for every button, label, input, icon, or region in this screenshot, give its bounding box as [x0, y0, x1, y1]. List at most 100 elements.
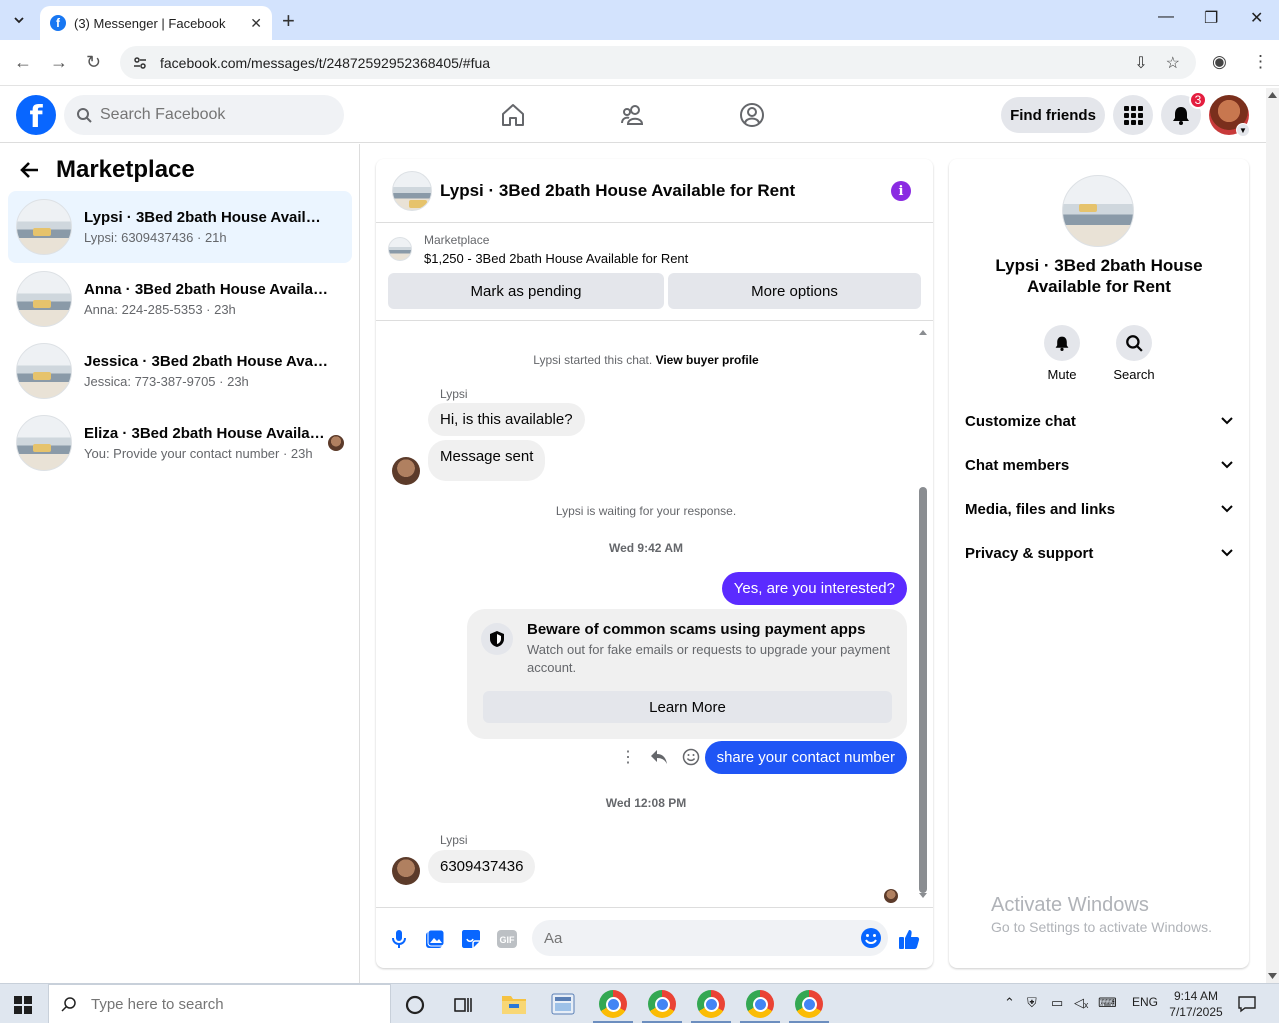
install-app-icon[interactable]: ⇩	[1134, 53, 1147, 73]
conversation-item[interactable]: Anna · 3Bed 2bath House Available for Re…	[8, 263, 352, 335]
tab-search-button[interactable]	[6, 7, 32, 33]
file-explorer-icon[interactable]	[501, 992, 527, 1016]
info-icon[interactable]: i	[891, 181, 911, 201]
chrome-icon[interactable]	[746, 990, 774, 1018]
close-tab-icon[interactable]: ✕	[250, 15, 262, 32]
outgoing-message[interactable]: share your contact number	[704, 741, 907, 774]
close-window-button[interactable]: ✕	[1250, 8, 1263, 28]
info-avatar[interactable]	[1062, 175, 1134, 247]
taskbar-search[interactable]	[48, 984, 391, 1023]
outgoing-message[interactable]: Yes, are you interested?	[721, 572, 907, 605]
site-settings-icon[interactable]	[132, 55, 148, 71]
shield-icon	[481, 623, 513, 655]
mute-action[interactable]: Mute	[1032, 325, 1092, 382]
message-composer: GIF	[376, 907, 933, 968]
minimize-button[interactable]: —	[1158, 8, 1174, 26]
back-button[interactable]: ←	[14, 52, 32, 73]
timestamp: Wed 9:42 AM	[608, 541, 683, 555]
message-list[interactable]: Lypsi started this chat. View buyer prof…	[376, 323, 933, 907]
photo-icon[interactable]	[424, 928, 446, 950]
sender-avatar[interactable]	[392, 857, 420, 885]
mark-as-pending-button[interactable]: Mark as pending	[388, 273, 664, 309]
home-nav-icon[interactable]	[496, 99, 530, 131]
sender-avatar[interactable]	[392, 457, 420, 485]
privacy-support-section[interactable]: Privacy & support	[957, 531, 1241, 575]
windows-start-icon[interactable]	[14, 996, 32, 1014]
chat-members-section[interactable]: Chat members	[957, 443, 1241, 487]
chrome-icon[interactable]	[697, 990, 725, 1018]
listing-title[interactable]: $1,250 - 3Bed 2bath House Available for …	[424, 251, 688, 266]
chrome-icon[interactable]	[795, 990, 823, 1018]
view-buyer-profile-link[interactable]: View buyer profile	[656, 353, 759, 367]
microphone-icon[interactable]	[388, 928, 410, 950]
restore-button[interactable]: ❐	[1204, 8, 1218, 28]
conversation-item[interactable]: Lypsi · 3Bed 2bath House Available for R…	[8, 191, 352, 263]
facebook-search-input[interactable]	[100, 106, 320, 124]
keyboard-icon[interactable]: ⌨	[1098, 995, 1117, 1011]
customize-chat-section[interactable]: Customize chat	[957, 399, 1241, 443]
scroll-thumb[interactable]	[919, 487, 927, 893]
thumbs-up-icon[interactable]	[898, 928, 920, 950]
taskbar-search-input[interactable]	[91, 995, 351, 1013]
grid-menu-icon	[1124, 106, 1143, 125]
taskbar-clock[interactable]: 9:14 AM 7/17/2025	[1168, 988, 1224, 1020]
react-emoji-icon[interactable]	[682, 748, 700, 766]
bookmark-star-icon[interactable]: ☆	[1166, 53, 1180, 73]
incoming-message[interactable]: Message sent	[428, 440, 546, 481]
facebook-logo-icon[interactable]: f	[16, 95, 56, 135]
account-chevron-icon[interactable]: ▼	[1236, 123, 1250, 137]
notification-center-icon[interactable]	[1238, 995, 1256, 1013]
chrome-icon[interactable]	[648, 990, 676, 1018]
marketplace-label: Marketplace	[424, 233, 490, 247]
forward-button[interactable]: →	[50, 52, 68, 73]
image-app-icon[interactable]	[550, 992, 576, 1016]
tray-chevron-up-icon[interactable]: ⌃	[1004, 995, 1015, 1011]
language-indicator[interactable]: ENG	[1132, 995, 1158, 1009]
incoming-message[interactable]: Hi, is this available?	[428, 403, 585, 436]
new-tab-button[interactable]: +	[282, 8, 295, 34]
find-friends-button[interactable]: Find friends	[1001, 97, 1105, 133]
learn-more-button[interactable]: Learn More	[483, 691, 892, 723]
scam-warning-card: Beware of common scams using payment app…	[467, 609, 907, 739]
gif-icon[interactable]: GIF	[496, 928, 518, 950]
more-actions-icon[interactable]: ⋮	[620, 747, 636, 767]
back-arrow-icon[interactable]	[20, 160, 40, 180]
menu-kebab-icon[interactable]: ⋮	[1252, 52, 1269, 72]
section-label: Media, files and links	[965, 500, 1116, 518]
task-view-icon[interactable]	[452, 994, 474, 1016]
network-icon[interactable]: ▭	[1051, 995, 1063, 1011]
tray-security-icon[interactable]: ⛨	[1027, 995, 1037, 1011]
menu-grid-button[interactable]	[1113, 95, 1153, 135]
sticker-icon[interactable]	[460, 928, 482, 950]
conversation-name: Anna · 3Bed 2bath House Available for Re…	[84, 281, 329, 298]
chevron-down-icon	[1221, 549, 1233, 557]
message-input[interactable]	[544, 929, 844, 947]
profile-icon[interactable]: ◉	[1212, 52, 1227, 72]
volume-muted-icon[interactable]: ◁ₓ	[1074, 995, 1088, 1011]
conversation-item[interactable]: Eliza · 3Bed 2bath House Available for R…	[8, 407, 352, 479]
cortana-icon[interactable]	[404, 994, 426, 1016]
chat-header: Lypsi · 3Bed 2bath House Available for R…	[376, 159, 933, 223]
media-files-links-section[interactable]: Media, files and links	[957, 487, 1241, 531]
clock-time: 9:14 AM	[1173, 989, 1219, 1003]
address-bar[interactable]: facebook.com/messages/t/2487259295236840…	[120, 46, 1196, 79]
sender-name: Lypsi	[440, 387, 468, 401]
incoming-message[interactable]: 6309437436	[428, 850, 536, 883]
search-action[interactable]: Search	[1104, 325, 1164, 382]
section-label: Privacy & support	[965, 544, 1094, 562]
conversation-item[interactable]: Jessica · 3Bed 2bath House Available for…	[8, 335, 352, 407]
facebook-search[interactable]	[64, 95, 344, 135]
friends-nav-icon[interactable]	[616, 99, 650, 131]
chat-title[interactable]: Lypsi · 3Bed 2bath House Available for R…	[440, 181, 795, 201]
notifications-button[interactable]: 3	[1161, 91, 1207, 135]
emoji-icon[interactable]	[860, 927, 882, 949]
message-input-box[interactable]	[532, 920, 888, 956]
page-scrollbar[interactable]	[1266, 88, 1279, 983]
browser-tab[interactable]: f (3) Messenger | Facebook ✕	[40, 6, 272, 40]
reload-button[interactable]: ↻	[86, 52, 101, 73]
chat-avatar[interactable]	[392, 170, 432, 211]
groups-nav-icon[interactable]	[735, 99, 769, 131]
reply-icon[interactable]	[650, 749, 668, 765]
chrome-icon[interactable]	[599, 990, 627, 1018]
more-options-button[interactable]: More options	[668, 273, 921, 309]
